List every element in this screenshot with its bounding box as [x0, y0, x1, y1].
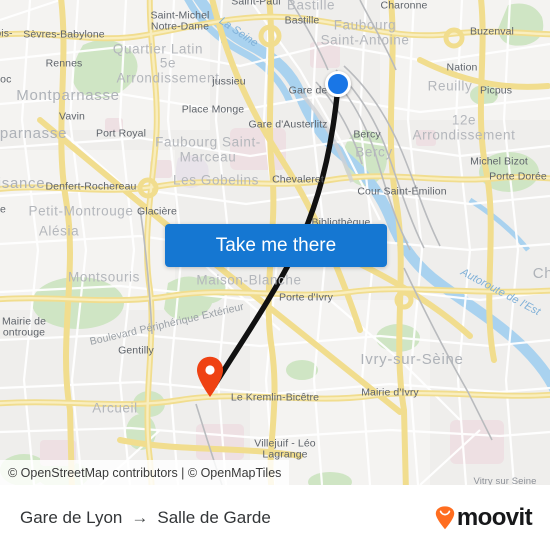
destination-pin-salle-de-garde[interactable]	[195, 356, 225, 398]
moovit-logo[interactable]: moovit	[434, 503, 533, 532]
attribution-text: © OpenStreetMap contributors | © OpenMap…	[8, 465, 282, 480]
take-me-there-label: Take me there	[215, 234, 337, 256]
route-origin-label: Gare de Lyon	[20, 507, 123, 527]
map-attribution: © OpenStreetMap contributors | © OpenMap…	[0, 460, 290, 485]
arrow-right-icon: →	[131, 507, 149, 527]
moovit-pin-icon	[435, 505, 455, 529]
moovit-route-card: Saint-MichelNotre-DameSèvres-Babyloneois…	[0, 0, 550, 550]
footer-bar: Gare de Lyon → Salle de Garde moovit	[0, 485, 550, 550]
moovit-wordmark: moovit	[456, 503, 533, 531]
take-me-there-button[interactable]: Take me there	[165, 224, 387, 267]
map-canvas[interactable]: Saint-MichelNotre-DameSèvres-Babyloneois…	[0, 0, 550, 485]
origin-marker-gare-de-lyon[interactable]	[325, 71, 351, 97]
route-destination-label: Salle de Garde	[157, 507, 271, 527]
route-title: Gare de Lyon → Salle de Garde	[20, 508, 271, 528]
